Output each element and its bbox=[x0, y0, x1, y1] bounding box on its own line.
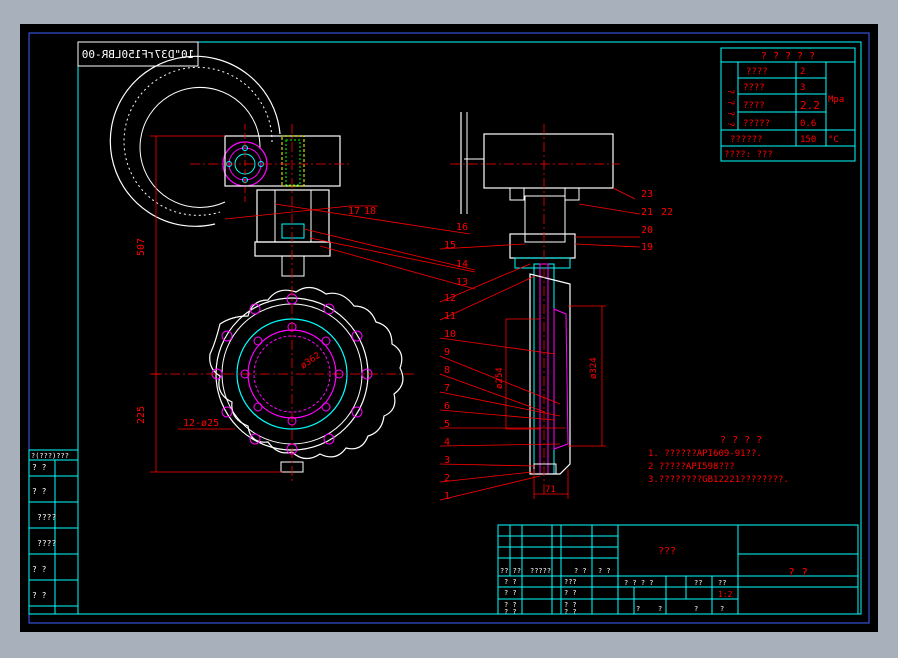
label-23: 23 bbox=[641, 189, 653, 200]
tb-col-header: ????? bbox=[530, 567, 551, 575]
label-1: 1 bbox=[444, 491, 450, 502]
label-22: 22 bbox=[661, 207, 673, 218]
label-2: 2 bbox=[444, 473, 450, 484]
side-view bbox=[450, 112, 620, 494]
tb-left-cell: ? ? bbox=[504, 608, 517, 616]
drawing-canvas: 10"D37rF150LBR-00 507 225 12-ø25 ø362 17… bbox=[28, 32, 870, 624]
tb-mid-cell: ? ? bbox=[564, 589, 577, 597]
side-table-row: ???? bbox=[37, 513, 56, 522]
label-9: 9 bbox=[444, 347, 450, 358]
note-line: 2 ?????API598??? bbox=[648, 462, 735, 472]
label-17: 17 bbox=[348, 206, 360, 217]
label-14: 14 bbox=[456, 259, 468, 270]
spec-row-label: ???? bbox=[743, 101, 765, 111]
spec-row-label: ?????? bbox=[730, 135, 763, 145]
label-10: 10 bbox=[444, 329, 456, 340]
dim-bolt-circle: ø362 bbox=[299, 351, 323, 372]
label-11: 11 bbox=[444, 311, 456, 322]
spec-row-value: 2 bbox=[800, 67, 805, 77]
label-16: 16 bbox=[456, 222, 468, 233]
mounting-bracket bbox=[256, 189, 330, 243]
gearbox-side bbox=[483, 133, 614, 189]
note-line: 1. ??????API609-91??. bbox=[648, 449, 762, 459]
label-20: 20 bbox=[641, 225, 653, 236]
tb-stage: ? ? ? ? bbox=[624, 579, 654, 587]
label-3: 3 bbox=[444, 455, 450, 466]
spec-footer: ????: ??? bbox=[724, 150, 773, 160]
side-table-row: ? ? bbox=[32, 565, 47, 574]
dim-disc-thickness: 71 bbox=[545, 485, 556, 495]
notes-title: ? ? ? ? bbox=[720, 435, 762, 446]
spec-row-label: ???? bbox=[746, 67, 768, 77]
tb-sheet: ? bbox=[636, 605, 640, 613]
tb-left-cell: ? ? bbox=[504, 589, 517, 597]
spec-row-value: 2.2 bbox=[800, 99, 820, 112]
bottom-cap bbox=[533, 463, 557, 475]
side-table-row: ? ? bbox=[32, 591, 47, 600]
label-21: 21 bbox=[641, 207, 653, 218]
dim-height-bottom: 225 bbox=[136, 406, 147, 424]
spec-title: ? ? ? ? ? bbox=[761, 51, 815, 62]
unit-temp: °C bbox=[828, 135, 839, 145]
title-block-name: ??? bbox=[658, 546, 676, 557]
dim-flange-pcd: ø254 bbox=[495, 367, 505, 389]
spec-row-value: 0.6 bbox=[800, 119, 816, 129]
dim-bolt-holes: 12-ø25 bbox=[183, 418, 219, 429]
part-labels-right: 23 21 22 20 15 19 12 11 10 9 8 7 6 5 4 3… bbox=[444, 189, 673, 502]
worm-shaft bbox=[281, 135, 305, 187]
dim-flange-inner: ø324 bbox=[589, 357, 599, 379]
gearbox-foot bbox=[509, 187, 525, 201]
tb-sheet: ? bbox=[658, 605, 662, 613]
side-table-row: ? ? bbox=[32, 463, 47, 472]
label-15: 15 bbox=[444, 240, 456, 251]
title-block-company: ? ? bbox=[788, 566, 808, 579]
side-table-row: ? ? bbox=[32, 487, 47, 496]
gearbox-foot bbox=[564, 187, 580, 201]
side-table bbox=[28, 449, 79, 615]
note-line: 3.????????GB12221????????. bbox=[648, 475, 789, 485]
dim-height-top: 507 bbox=[136, 238, 147, 256]
drawing-sheet[interactable]: 10"D37rF150LBR-00 507 225 12-ø25 ø362 17… bbox=[20, 24, 878, 632]
tb-left-cell: ? ? bbox=[504, 578, 517, 586]
tb-weight: ?? bbox=[694, 579, 702, 587]
drawing-code: 10"D37rF150LBR-00 bbox=[82, 48, 195, 61]
side-table-header: ?(???)??? bbox=[31, 452, 69, 460]
tb-col-header: ? ? bbox=[574, 567, 587, 575]
tb-col-header: ? ? bbox=[598, 567, 611, 575]
spec-group-label: ? ? ? ? bbox=[725, 89, 735, 127]
label-5: 5 bbox=[444, 419, 450, 430]
unit-pressure: Mpa bbox=[828, 95, 844, 105]
valve-body-lugs bbox=[209, 286, 404, 460]
bracket-side bbox=[524, 195, 566, 243]
side-table-border bbox=[28, 449, 79, 615]
label-4: 4 bbox=[444, 437, 450, 448]
label-12: 12 bbox=[444, 293, 456, 304]
spec-row-value: 3 bbox=[800, 83, 805, 93]
neck bbox=[281, 255, 305, 277]
spec-row-label: ???? bbox=[743, 83, 765, 93]
label-19: 19 bbox=[641, 242, 653, 253]
top-flange bbox=[254, 241, 331, 257]
gear-teeth bbox=[123, 66, 273, 216]
tb-col-header: ?? ?? bbox=[500, 567, 521, 575]
tb-scale: 1:2 bbox=[718, 590, 733, 599]
label-7: 7 bbox=[444, 383, 450, 394]
label-18: 18 bbox=[364, 206, 376, 217]
side-table-row: ???? bbox=[37, 539, 56, 548]
tb-mid-cell: ??? bbox=[564, 578, 577, 586]
tb-sheet: ? bbox=[694, 605, 698, 613]
label-13: 13 bbox=[456, 277, 468, 288]
tb-mid-cell: ? ? bbox=[564, 608, 577, 616]
coupling bbox=[281, 223, 305, 239]
spec-row-value: 150 bbox=[800, 135, 816, 145]
gear-sector-inner bbox=[139, 86, 261, 208]
cad-window: 10"D37rF150LBR-00 507 225 12-ø25 ø362 17… bbox=[0, 0, 898, 658]
tb-sheet: ? bbox=[720, 605, 724, 613]
spec-row-label: ????? bbox=[743, 119, 770, 129]
label-6: 6 bbox=[444, 401, 450, 412]
tb-scale-label: ?? bbox=[718, 579, 726, 587]
label-8: 8 bbox=[444, 365, 450, 376]
worm-gear bbox=[285, 139, 301, 186]
gear-sector-outer bbox=[109, 55, 281, 227]
